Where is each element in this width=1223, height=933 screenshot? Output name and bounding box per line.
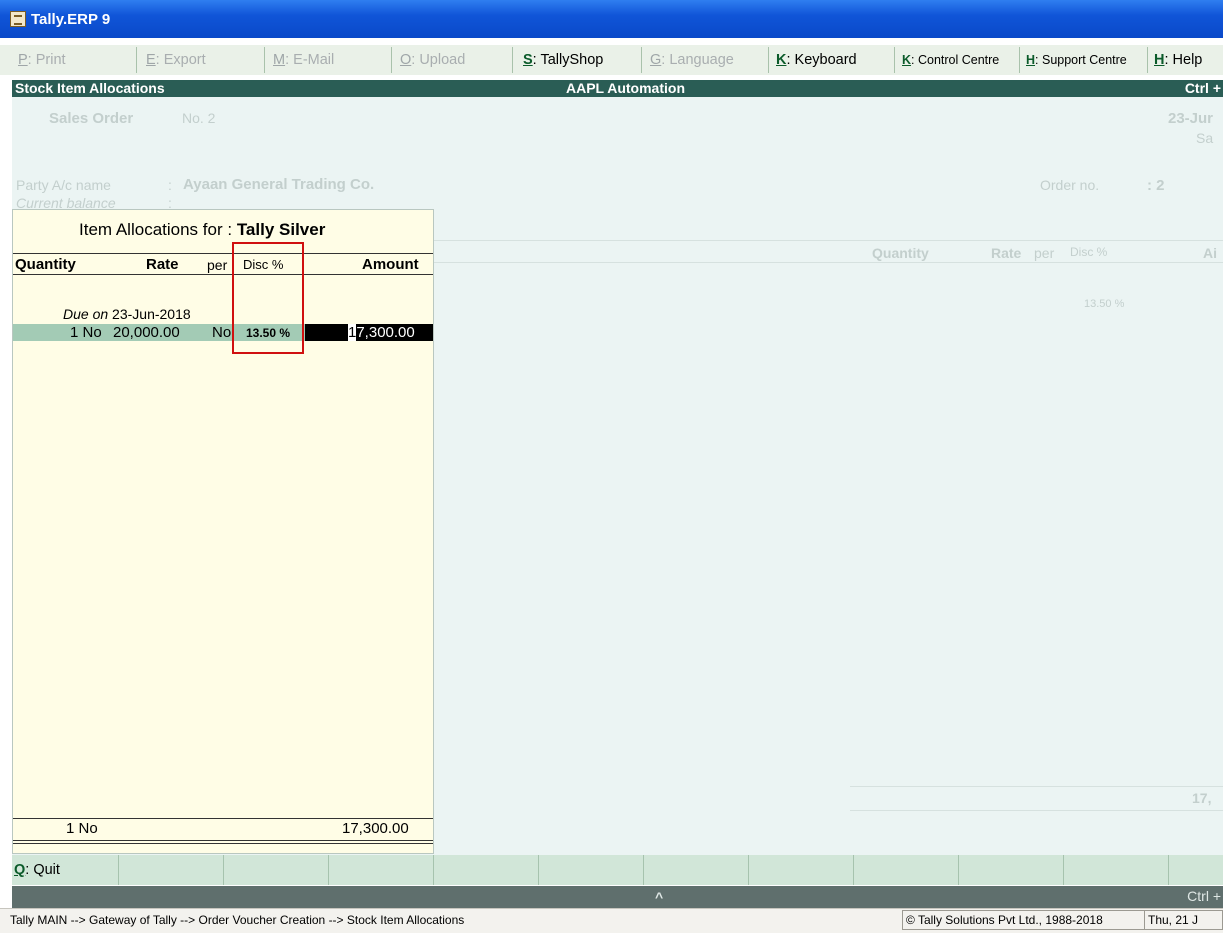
bottom-slot-9[interactable]: [854, 855, 959, 885]
total-quantity: 1 No: [66, 820, 98, 837]
header-shortcut: Ctrl +: [1184, 80, 1221, 96]
col-amount: Ai: [1203, 245, 1217, 261]
voucher-total: 17,: [1192, 790, 1212, 806]
row-per[interactable]: No: [212, 324, 231, 341]
language-button[interactable]: G: Language: [646, 47, 769, 73]
allocations-header-rule-top: [13, 253, 433, 254]
alloc-col-quantity: Quantity: [15, 256, 76, 273]
order-no-label: Order no.: [1040, 177, 1100, 193]
bottom-slot-3[interactable]: [224, 855, 329, 885]
total-amount: 17,300.00: [342, 820, 409, 837]
disc-highlight-box: [232, 242, 304, 354]
column-bottom-rule: [434, 262, 1223, 263]
allocations-total-rule-top: [13, 818, 433, 819]
allocations-title: Item Allocations for : Tally Silver: [79, 220, 326, 239]
window-title: Tally.ERP 9: [31, 11, 111, 28]
bottom-slot-10[interactable]: [959, 855, 1064, 885]
bottom-slot-5[interactable]: [434, 855, 539, 885]
navigation-path: Tally MAIN --> Gateway of Tally --> Orde…: [10, 913, 465, 927]
col-rate: Rate: [991, 245, 1022, 261]
allocations-total-rule-double: [13, 843, 433, 844]
tallyshop-button[interactable]: S: TallyShop: [519, 47, 642, 73]
left-margin: [0, 45, 12, 885]
voucher-type: Sales Order: [49, 110, 134, 127]
allocations-item-name: Tally Silver: [236, 220, 326, 239]
export-button[interactable]: E: Export: [142, 47, 265, 73]
company-name: AAPL Automation: [566, 80, 685, 96]
bottom-slot-12[interactable]: [1169, 855, 1223, 885]
support-centre-button[interactable]: H: Support Centre: [1022, 47, 1148, 73]
control-centre-button[interactable]: K: Control Centre: [898, 47, 1020, 73]
bottom-slot-6[interactable]: [539, 855, 644, 885]
total-top-rule: [850, 786, 1223, 787]
bottom-shortcut: Ctrl +: [1187, 888, 1221, 904]
due-date: 23-Jun-2018: [112, 306, 191, 322]
total-bottom-rule: [850, 810, 1223, 811]
column-top-rule: [434, 240, 1223, 241]
col-per: per: [1034, 245, 1055, 261]
bottom-slot-2[interactable]: [119, 855, 224, 885]
system-date: Thu, 21 J: [1144, 910, 1223, 930]
upload-button[interactable]: O: Upload: [396, 47, 513, 73]
keyboard-button[interactable]: K: Keyboard: [772, 47, 895, 73]
status-bar: Tally MAIN --> Gateway of Tally --> Orde…: [0, 908, 1223, 933]
bottom-slot-7[interactable]: [644, 855, 749, 885]
allocations-total-rule-bottom: [13, 840, 433, 841]
party-name[interactable]: Ayaan General Trading Co.: [183, 176, 374, 193]
voucher-date: 23-Jur: [1168, 110, 1214, 127]
bottom-info-bar: ^ Ctrl +: [12, 886, 1223, 908]
print-button[interactable]: P: Print: [14, 47, 137, 73]
quit-button[interactable]: Q: Quit: [12, 855, 119, 885]
row-quantity[interactable]: 1 No: [70, 324, 102, 341]
voucher-number: No. 2: [182, 110, 216, 126]
party-separator: :: [168, 177, 172, 193]
email-button[interactable]: M: E-Mail: [269, 47, 392, 73]
col-quantity: Quantity: [872, 245, 929, 261]
tally-app-icon: [10, 11, 26, 27]
voucher-day: Sa: [1196, 130, 1214, 146]
alloc-col-rate: Rate: [146, 256, 179, 273]
party-label: Party A/c name: [16, 177, 111, 193]
col-disc: Disc %: [1070, 245, 1108, 259]
bottom-slot-8[interactable]: [749, 855, 854, 885]
order-no-value: : 2: [1147, 177, 1165, 194]
scroll-up-icon[interactable]: ^: [655, 889, 663, 905]
copyright: © Tally Solutions Pvt Ltd., 1988-2018: [902, 910, 1144, 930]
screen-header: Stock Item Allocations AAPL Automation C…: [12, 80, 1223, 97]
bottom-slot-11[interactable]: [1064, 855, 1169, 885]
alloc-col-per: per: [207, 257, 228, 273]
screen-name: Stock Item Allocations: [15, 80, 165, 96]
due-on: Due on 23-Jun-2018: [63, 306, 191, 322]
title-bar: Tally.ERP 9: [0, 0, 1223, 38]
alloc-col-amount: Amount: [362, 256, 419, 273]
help-button[interactable]: H: Help: [1150, 47, 1223, 73]
row-rate[interactable]: 20,000.00: [113, 324, 180, 341]
row-amount[interactable]: 17,300.00: [348, 324, 415, 341]
allocations-header-rule-bottom: [13, 274, 433, 275]
disc-value: 13.50 %: [1084, 298, 1125, 310]
bottom-slot-4[interactable]: [329, 855, 434, 885]
